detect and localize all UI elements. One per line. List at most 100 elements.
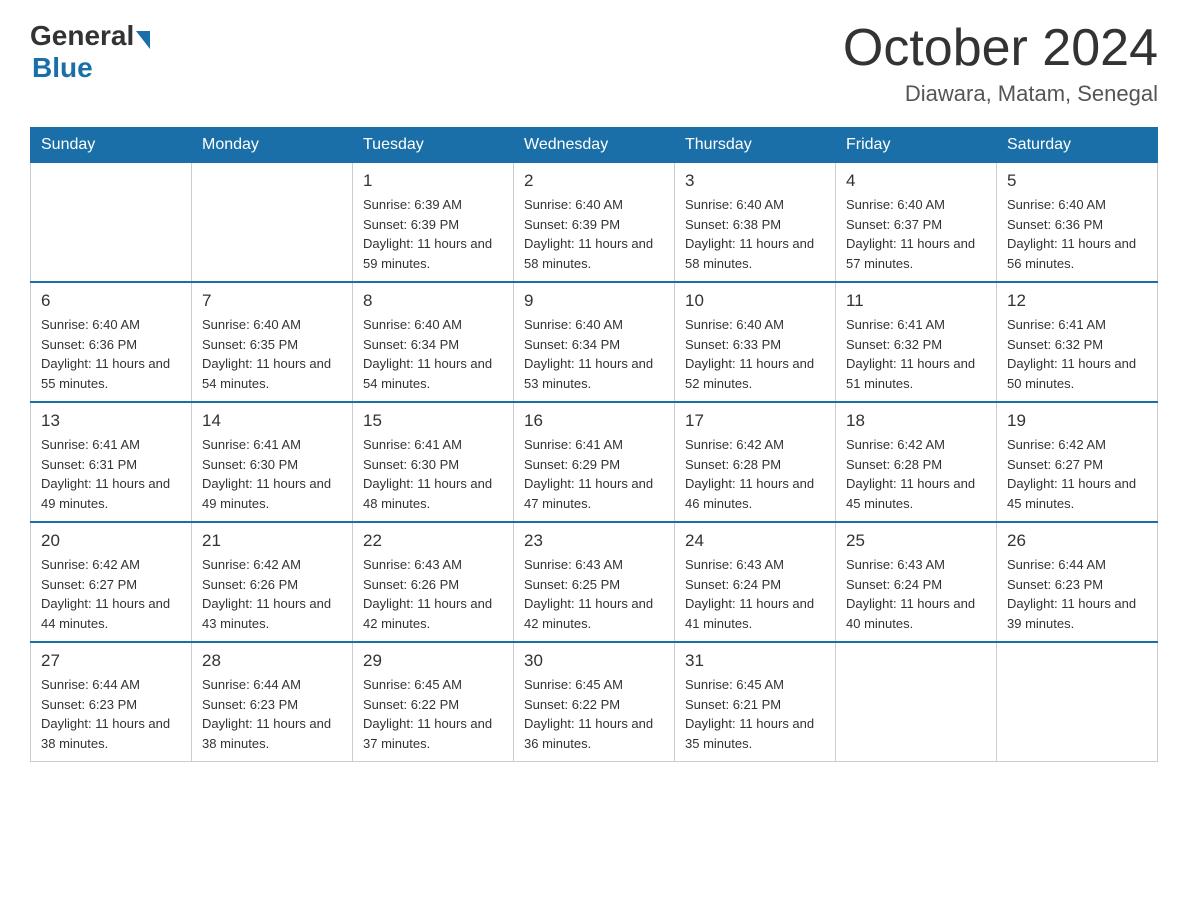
location: Diawara, Matam, Senegal <box>843 81 1158 107</box>
day-info: Sunrise: 6:41 AMSunset: 6:32 PMDaylight:… <box>846 315 986 393</box>
table-row <box>997 642 1158 762</box>
day-info: Sunrise: 6:41 AMSunset: 6:30 PMDaylight:… <box>363 435 503 513</box>
table-row: 4 Sunrise: 6:40 AMSunset: 6:37 PMDayligh… <box>836 163 997 283</box>
day-info: Sunrise: 6:45 AMSunset: 6:21 PMDaylight:… <box>685 675 825 753</box>
day-info: Sunrise: 6:42 AMSunset: 6:27 PMDaylight:… <box>1007 435 1147 513</box>
table-row: 9 Sunrise: 6:40 AMSunset: 6:34 PMDayligh… <box>514 282 675 402</box>
logo-arrow-icon <box>136 31 150 49</box>
table-row: 29 Sunrise: 6:45 AMSunset: 6:22 PMDaylig… <box>353 642 514 762</box>
day-number: 21 <box>202 531 342 551</box>
day-number: 15 <box>363 411 503 431</box>
table-row: 27 Sunrise: 6:44 AMSunset: 6:23 PMDaylig… <box>31 642 192 762</box>
day-number: 17 <box>685 411 825 431</box>
day-info: Sunrise: 6:39 AMSunset: 6:39 PMDaylight:… <box>363 195 503 273</box>
table-row: 16 Sunrise: 6:41 AMSunset: 6:29 PMDaylig… <box>514 402 675 522</box>
table-row: 30 Sunrise: 6:45 AMSunset: 6:22 PMDaylig… <box>514 642 675 762</box>
day-number: 28 <box>202 651 342 671</box>
day-number: 30 <box>524 651 664 671</box>
title-area: October 2024 Diawara, Matam, Senegal <box>843 20 1158 107</box>
day-info: Sunrise: 6:44 AMSunset: 6:23 PMDaylight:… <box>202 675 342 753</box>
table-row: 22 Sunrise: 6:43 AMSunset: 6:26 PMDaylig… <box>353 522 514 642</box>
calendar-header-wednesday: Wednesday <box>514 128 675 163</box>
day-info: Sunrise: 6:43 AMSunset: 6:26 PMDaylight:… <box>363 555 503 633</box>
day-info: Sunrise: 6:40 AMSunset: 6:34 PMDaylight:… <box>524 315 664 393</box>
day-number: 18 <box>846 411 986 431</box>
day-number: 27 <box>41 651 181 671</box>
calendar-header-saturday: Saturday <box>997 128 1158 163</box>
day-number: 4 <box>846 171 986 191</box>
day-info: Sunrise: 6:41 AMSunset: 6:29 PMDaylight:… <box>524 435 664 513</box>
day-info: Sunrise: 6:41 AMSunset: 6:30 PMDaylight:… <box>202 435 342 513</box>
table-row: 31 Sunrise: 6:45 AMSunset: 6:21 PMDaylig… <box>675 642 836 762</box>
logo-general-text: General <box>30 20 134 52</box>
day-info: Sunrise: 6:44 AMSunset: 6:23 PMDaylight:… <box>41 675 181 753</box>
day-number: 11 <box>846 291 986 311</box>
calendar-header-tuesday: Tuesday <box>353 128 514 163</box>
calendar-header-row: SundayMondayTuesdayWednesdayThursdayFrid… <box>31 128 1158 163</box>
day-number: 31 <box>685 651 825 671</box>
day-number: 25 <box>846 531 986 551</box>
day-info: Sunrise: 6:40 AMSunset: 6:36 PMDaylight:… <box>1007 195 1147 273</box>
table-row <box>192 163 353 283</box>
table-row: 28 Sunrise: 6:44 AMSunset: 6:23 PMDaylig… <box>192 642 353 762</box>
calendar-week-row: 6 Sunrise: 6:40 AMSunset: 6:36 PMDayligh… <box>31 282 1158 402</box>
day-number: 10 <box>685 291 825 311</box>
table-row: 11 Sunrise: 6:41 AMSunset: 6:32 PMDaylig… <box>836 282 997 402</box>
logo-blue-text: Blue <box>32 52 93 83</box>
day-info: Sunrise: 6:41 AMSunset: 6:31 PMDaylight:… <box>41 435 181 513</box>
table-row <box>31 163 192 283</box>
month-title: October 2024 <box>843 20 1158 77</box>
day-number: 9 <box>524 291 664 311</box>
table-row: 10 Sunrise: 6:40 AMSunset: 6:33 PMDaylig… <box>675 282 836 402</box>
table-row: 12 Sunrise: 6:41 AMSunset: 6:32 PMDaylig… <box>997 282 1158 402</box>
table-row: 21 Sunrise: 6:42 AMSunset: 6:26 PMDaylig… <box>192 522 353 642</box>
day-info: Sunrise: 6:45 AMSunset: 6:22 PMDaylight:… <box>524 675 664 753</box>
day-number: 8 <box>363 291 503 311</box>
calendar-header-sunday: Sunday <box>31 128 192 163</box>
day-info: Sunrise: 6:40 AMSunset: 6:35 PMDaylight:… <box>202 315 342 393</box>
table-row: 7 Sunrise: 6:40 AMSunset: 6:35 PMDayligh… <box>192 282 353 402</box>
day-info: Sunrise: 6:44 AMSunset: 6:23 PMDaylight:… <box>1007 555 1147 633</box>
table-row: 3 Sunrise: 6:40 AMSunset: 6:38 PMDayligh… <box>675 163 836 283</box>
calendar-week-row: 20 Sunrise: 6:42 AMSunset: 6:27 PMDaylig… <box>31 522 1158 642</box>
table-row: 13 Sunrise: 6:41 AMSunset: 6:31 PMDaylig… <box>31 402 192 522</box>
table-row: 2 Sunrise: 6:40 AMSunset: 6:39 PMDayligh… <box>514 163 675 283</box>
calendar-header-monday: Monday <box>192 128 353 163</box>
table-row: 26 Sunrise: 6:44 AMSunset: 6:23 PMDaylig… <box>997 522 1158 642</box>
table-row: 23 Sunrise: 6:43 AMSunset: 6:25 PMDaylig… <box>514 522 675 642</box>
day-number: 16 <box>524 411 664 431</box>
day-info: Sunrise: 6:40 AMSunset: 6:36 PMDaylight:… <box>41 315 181 393</box>
day-info: Sunrise: 6:40 AMSunset: 6:38 PMDaylight:… <box>685 195 825 273</box>
day-info: Sunrise: 6:43 AMSunset: 6:24 PMDaylight:… <box>685 555 825 633</box>
day-info: Sunrise: 6:45 AMSunset: 6:22 PMDaylight:… <box>363 675 503 753</box>
day-info: Sunrise: 6:41 AMSunset: 6:32 PMDaylight:… <box>1007 315 1147 393</box>
day-info: Sunrise: 6:43 AMSunset: 6:25 PMDaylight:… <box>524 555 664 633</box>
table-row: 24 Sunrise: 6:43 AMSunset: 6:24 PMDaylig… <box>675 522 836 642</box>
table-row: 8 Sunrise: 6:40 AMSunset: 6:34 PMDayligh… <box>353 282 514 402</box>
day-info: Sunrise: 6:42 AMSunset: 6:28 PMDaylight:… <box>846 435 986 513</box>
day-number: 1 <box>363 171 503 191</box>
table-row: 19 Sunrise: 6:42 AMSunset: 6:27 PMDaylig… <box>997 402 1158 522</box>
day-number: 3 <box>685 171 825 191</box>
day-info: Sunrise: 6:42 AMSunset: 6:27 PMDaylight:… <box>41 555 181 633</box>
calendar-week-row: 27 Sunrise: 6:44 AMSunset: 6:23 PMDaylig… <box>31 642 1158 762</box>
day-number: 13 <box>41 411 181 431</box>
day-number: 5 <box>1007 171 1147 191</box>
table-row <box>836 642 997 762</box>
logo: General Blue <box>30 20 152 84</box>
calendar-header-friday: Friday <box>836 128 997 163</box>
day-number: 7 <box>202 291 342 311</box>
day-number: 20 <box>41 531 181 551</box>
day-number: 19 <box>1007 411 1147 431</box>
day-number: 26 <box>1007 531 1147 551</box>
calendar-week-row: 13 Sunrise: 6:41 AMSunset: 6:31 PMDaylig… <box>31 402 1158 522</box>
day-info: Sunrise: 6:42 AMSunset: 6:26 PMDaylight:… <box>202 555 342 633</box>
day-info: Sunrise: 6:40 AMSunset: 6:34 PMDaylight:… <box>363 315 503 393</box>
day-number: 6 <box>41 291 181 311</box>
day-number: 24 <box>685 531 825 551</box>
table-row: 1 Sunrise: 6:39 AMSunset: 6:39 PMDayligh… <box>353 163 514 283</box>
table-row: 17 Sunrise: 6:42 AMSunset: 6:28 PMDaylig… <box>675 402 836 522</box>
calendar-header-thursday: Thursday <box>675 128 836 163</box>
calendar-week-row: 1 Sunrise: 6:39 AMSunset: 6:39 PMDayligh… <box>31 163 1158 283</box>
calendar-table: SundayMondayTuesdayWednesdayThursdayFrid… <box>30 127 1158 762</box>
